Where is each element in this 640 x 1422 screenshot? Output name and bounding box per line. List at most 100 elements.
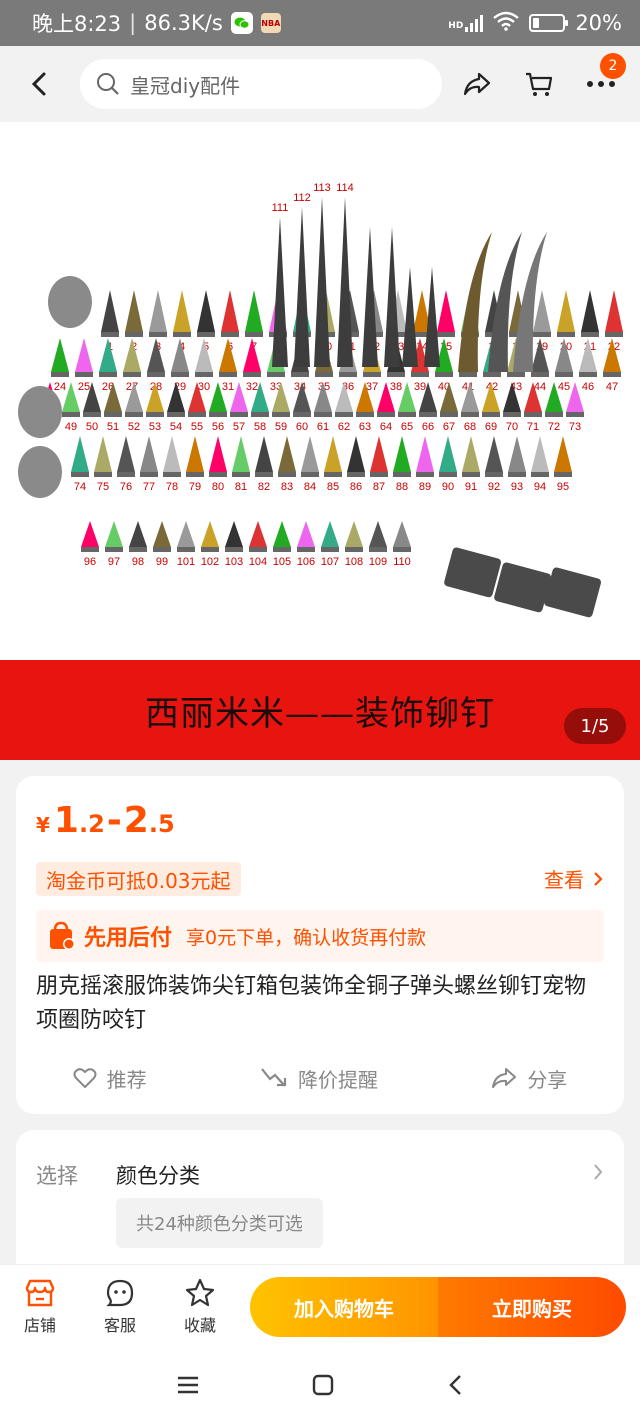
rivet-spike bbox=[177, 521, 195, 547]
coin-discount-tag[interactable]: 淘金币可抵0.03元起 bbox=[36, 862, 241, 896]
rivet-spike bbox=[209, 436, 227, 472]
back-button[interactable] bbox=[0, 46, 80, 122]
system-nav-bar bbox=[0, 1348, 640, 1422]
rivet-number-label: 103 bbox=[225, 556, 243, 568]
rivet-spike bbox=[99, 338, 117, 372]
rivet-base bbox=[507, 372, 525, 377]
rivet-spike bbox=[508, 436, 526, 472]
rivet-spike bbox=[163, 436, 181, 472]
share-button[interactable] bbox=[462, 69, 492, 99]
rivet-base bbox=[485, 472, 503, 477]
rivet-base bbox=[459, 372, 477, 377]
rivet-spike bbox=[149, 290, 167, 332]
rivet-number-label: 107 bbox=[321, 556, 339, 568]
status-time: 晚上8:23 bbox=[32, 12, 122, 36]
rivet-base bbox=[554, 472, 572, 477]
chevron-left-icon bbox=[31, 72, 46, 96]
signal-icon bbox=[465, 14, 484, 32]
rivet-number-label: 55 bbox=[191, 421, 203, 433]
rivet-base bbox=[75, 372, 93, 377]
rivet-spike bbox=[51, 338, 69, 372]
rivet-number-label: 95 bbox=[557, 481, 569, 493]
rivet-base bbox=[324, 472, 342, 477]
rivet-base bbox=[419, 412, 437, 417]
rivet-base bbox=[555, 372, 573, 377]
rivet-number-label: 53 bbox=[149, 421, 161, 433]
cart-icon bbox=[526, 72, 553, 96]
rivet-number-label: 94 bbox=[534, 481, 546, 493]
cart-button[interactable] bbox=[524, 69, 554, 99]
add-to-cart-button[interactable]: 加入购物车 bbox=[250, 1277, 438, 1337]
product-image[interactable]: 1234567891011121314151617181920212224252… bbox=[0, 122, 640, 660]
rivet-base bbox=[531, 472, 549, 477]
rivet-spike bbox=[369, 521, 387, 547]
rivet-number-label: 112 bbox=[293, 192, 311, 204]
rivet-spike bbox=[297, 521, 315, 547]
search-input[interactable]: 皇冠diy配件 bbox=[80, 59, 442, 109]
rivet-number-label: 96 bbox=[84, 556, 96, 568]
rivet-spike bbox=[393, 436, 411, 472]
rivet-spike bbox=[370, 436, 388, 472]
rivet-base bbox=[356, 412, 374, 417]
rivet-base bbox=[579, 372, 597, 377]
share-product-button[interactable]: 分享 bbox=[491, 1064, 567, 1093]
rivet-base bbox=[225, 547, 243, 552]
rivet-base bbox=[503, 412, 521, 417]
rivet-number-label: 84 bbox=[304, 481, 316, 493]
rivet-base bbox=[581, 332, 599, 337]
status-bar: 晚上8:23 | 86.3K/s NBA HD 20% bbox=[0, 0, 640, 46]
favorite-button[interactable]: 收藏 bbox=[160, 1278, 240, 1336]
rivet-base bbox=[435, 372, 453, 377]
rivet-spike bbox=[554, 436, 572, 472]
rivet-number-label: 61 bbox=[317, 421, 329, 433]
home-square-icon[interactable] bbox=[311, 1373, 335, 1397]
rivet-spike bbox=[533, 290, 551, 332]
rivet-base bbox=[339, 372, 357, 377]
rivet-number-label: 52 bbox=[128, 421, 140, 433]
share-icon bbox=[492, 1068, 517, 1088]
buy-now-button[interactable]: 立即购买 bbox=[438, 1277, 626, 1337]
rivet-number-label: 71 bbox=[527, 421, 539, 433]
rivet-base bbox=[83, 412, 101, 417]
rivet-base bbox=[531, 372, 549, 377]
rivet-spike bbox=[439, 436, 457, 472]
color-options-chip[interactable]: 共24种颜色分类可选 bbox=[116, 1198, 323, 1248]
more-button[interactable]: 2 bbox=[586, 53, 626, 99]
rivet-number-label: 92 bbox=[488, 481, 500, 493]
bottom-action-bar: 店铺 客服 收藏 加入购物车 立即购买 bbox=[0, 1264, 640, 1348]
rivets-photo: 1234567891011121314151617181920212224252… bbox=[18, 182, 623, 618]
rivet-number-label: 72 bbox=[548, 421, 560, 433]
rivet-number-label: 24 bbox=[54, 381, 66, 393]
rivet-base bbox=[524, 412, 542, 417]
tall-spike bbox=[402, 267, 418, 367]
price: ¥ 1 .2 - 2 .5 bbox=[36, 800, 175, 841]
shop-button[interactable]: 店铺 bbox=[0, 1278, 80, 1336]
price-alert-button[interactable]: 降价提醒 bbox=[260, 1064, 378, 1093]
rivet-base bbox=[146, 412, 164, 417]
rivet-spike bbox=[173, 290, 191, 332]
recommend-button[interactable]: 推荐 bbox=[73, 1064, 147, 1093]
rivet-base bbox=[267, 372, 285, 377]
rivet-number-label: 75 bbox=[97, 481, 109, 493]
pay-later-banner[interactable]: 先用后付 享0元下单，确认收货再付款 bbox=[36, 910, 604, 962]
selection-value: 颜色分类 bbox=[116, 1164, 200, 1188]
rivet-base bbox=[347, 472, 365, 477]
wechat-icon bbox=[230, 12, 253, 34]
sku-selection-card[interactable]: 选择 颜色分类 共24种颜色分类可选 bbox=[16, 1130, 624, 1280]
image-pager: 1/5 bbox=[564, 708, 626, 744]
rivet-spike bbox=[101, 290, 119, 332]
rivet-spike bbox=[249, 521, 267, 547]
view-link[interactable]: 查看 bbox=[544, 864, 604, 893]
tall-spike bbox=[294, 207, 310, 367]
rivet-number-label: 99 bbox=[156, 556, 168, 568]
back-triangle-icon[interactable] bbox=[446, 1373, 464, 1397]
rivet-base bbox=[369, 547, 387, 552]
rivet-number-label: 67 bbox=[443, 421, 455, 433]
rivet-spike bbox=[557, 290, 575, 332]
rivet-base bbox=[129, 547, 147, 552]
customer-service-button[interactable]: 客服 bbox=[80, 1278, 160, 1336]
rivet-number-label: 90 bbox=[442, 481, 454, 493]
menu-icon[interactable] bbox=[176, 1374, 200, 1396]
status-net-speed: 86.3K/s bbox=[144, 11, 223, 35]
rivet-base bbox=[335, 412, 353, 417]
